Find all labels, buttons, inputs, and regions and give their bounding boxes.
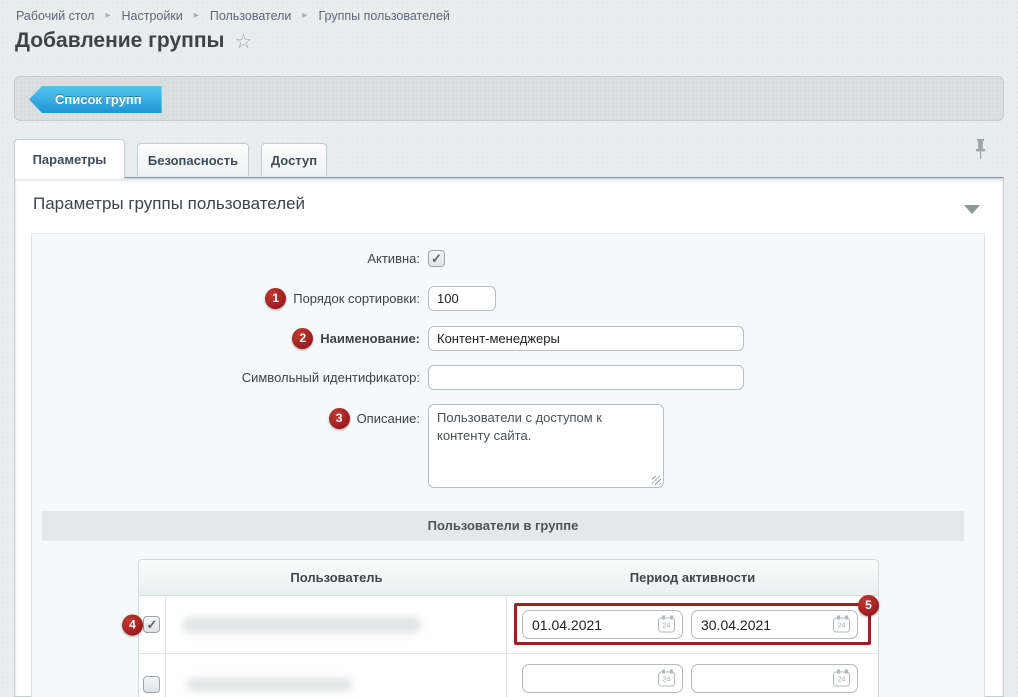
name-label: Наименование: bbox=[320, 331, 420, 346]
tab-security[interactable]: Безопасность bbox=[137, 143, 249, 176]
user-column-header: Пользователь bbox=[290, 570, 383, 585]
pin-icon[interactable] bbox=[974, 139, 987, 165]
breadcrumb-separator-icon: ▸ bbox=[302, 10, 308, 21]
active-checkbox[interactable]: ✓ bbox=[428, 250, 445, 267]
breadcrumb: Рабочий стол ▸ Настройки ▸ Пользователи … bbox=[16, 9, 450, 23]
annotation-badge-2: 2 bbox=[292, 328, 314, 349]
tab-content-panel: Параметры группы пользователей Активна: … bbox=[14, 177, 1004, 697]
user-row-checkbox[interactable]: ✓ bbox=[143, 616, 161, 633]
table-row: 24 24 bbox=[139, 654, 878, 697]
code-input[interactable] bbox=[428, 365, 744, 390]
tab-access[interactable]: Доступ bbox=[261, 143, 327, 176]
breadcrumb-item-user-groups[interactable]: Группы пользователей bbox=[318, 9, 449, 23]
description-label: Описание: bbox=[356, 411, 420, 426]
annotation-badge-1: 1 bbox=[265, 288, 287, 309]
sort-order-label: Порядок сортировки: bbox=[293, 291, 420, 306]
section-title: Параметры группы пользователей bbox=[33, 194, 306, 213]
users-in-group-header: Пользователи в группе bbox=[42, 511, 964, 541]
tab-parameters[interactable]: Параметры bbox=[14, 139, 125, 179]
name-input[interactable] bbox=[428, 326, 744, 351]
user-name-redacted bbox=[182, 616, 421, 633]
checkbox-column-header bbox=[139, 560, 166, 595]
sort-order-input[interactable] bbox=[428, 286, 496, 311]
context-toolbar: Список групп bbox=[14, 76, 1004, 121]
breadcrumb-item-desktop[interactable]: Рабочий стол bbox=[16, 9, 94, 23]
users-table: Пользователь Период активности 4 ✓ 5 01.… bbox=[122, 559, 879, 697]
active-label: Активна: bbox=[367, 251, 420, 266]
form-area: Активна: ✓ 1 Порядок сортировки: 100 2 Н… bbox=[31, 233, 985, 697]
code-label: Символьный идентификатор: bbox=[241, 370, 420, 385]
group-list-button[interactable]: Список групп bbox=[29, 86, 162, 113]
breadcrumb-item-users[interactable]: Пользователи bbox=[210, 9, 292, 23]
users-table-header: Пользователь Период активности bbox=[139, 560, 878, 596]
calendar-icon[interactable]: 24 bbox=[832, 615, 850, 632]
description-textarea[interactable]: Пользователи с доступом к контенту сайта… bbox=[428, 404, 664, 488]
annotation-badge-3: 3 bbox=[328, 408, 350, 429]
page-title: Добавление группы bbox=[15, 29, 225, 52]
user-name-redacted bbox=[186, 677, 352, 691]
breadcrumb-separator-icon: ▸ bbox=[105, 10, 111, 21]
annotation-badge-5: 5 bbox=[857, 595, 879, 616]
breadcrumb-item-settings[interactable]: Настройки bbox=[122, 9, 183, 23]
period-column-header: Период активности bbox=[629, 570, 756, 585]
annotation-badge-4: 4 bbox=[122, 614, 143, 635]
user-row-checkbox[interactable] bbox=[143, 675, 161, 693]
breadcrumb-separator-icon: ▸ bbox=[193, 10, 199, 21]
favorite-star-icon[interactable]: ☆ bbox=[234, 32, 252, 52]
calendar-icon[interactable]: 24 bbox=[657, 669, 675, 686]
page: Рабочий стол ▸ Настройки ▸ Пользователи … bbox=[0, 0, 1018, 697]
table-row: 4 ✓ 5 24 bbox=[122, 595, 879, 654]
chevron-down-icon[interactable] bbox=[964, 205, 980, 214]
calendar-icon[interactable]: 24 bbox=[657, 615, 675, 632]
calendar-icon[interactable]: 24 bbox=[832, 669, 850, 686]
